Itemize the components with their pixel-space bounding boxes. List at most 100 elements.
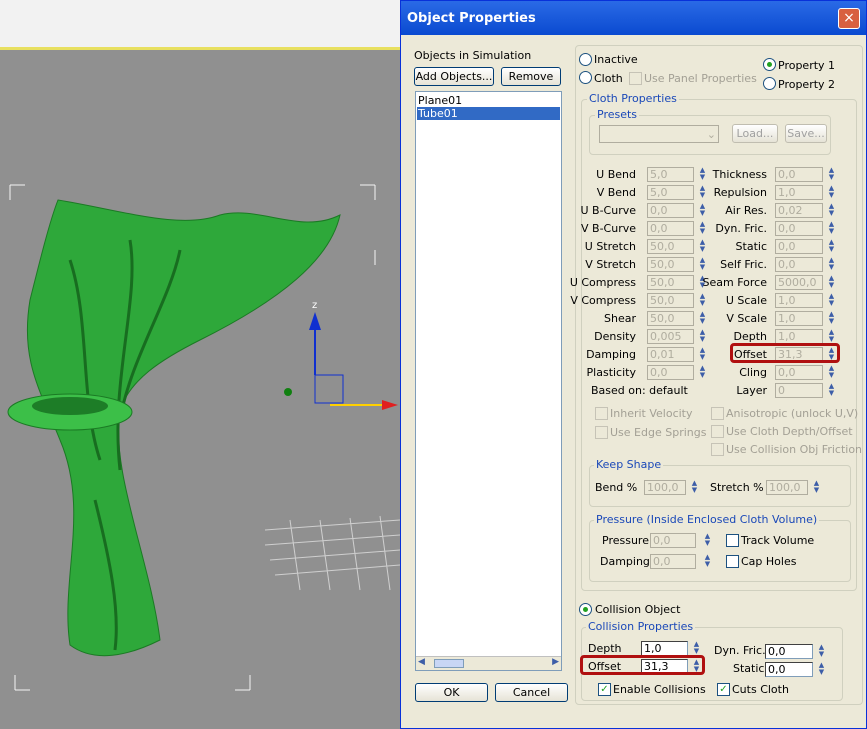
cloth-properties-title: Cloth Properties xyxy=(587,92,679,105)
cloth-seam-force-spinner-icon[interactable]: ▲ ▼ xyxy=(827,275,836,290)
collision-object-radio[interactable] xyxy=(579,603,592,616)
cloth-v-stretch-spinner-icon[interactable]: ▲ ▼ xyxy=(698,257,707,272)
keep-shape-title: Keep Shape xyxy=(594,458,664,471)
title-bar[interactable]: Object Properties xyxy=(401,1,866,35)
cloth-damping-spinner-icon[interactable]: ▲ ▼ xyxy=(698,347,707,362)
cloth-thickness-input[interactable]: 0,0 xyxy=(775,167,823,182)
presets-dropdown[interactable]: ⌄ xyxy=(599,125,719,143)
bend-percent-input[interactable]: 100,0 xyxy=(644,480,686,495)
property-2-radio[interactable] xyxy=(763,77,776,90)
track-volume-checkbox[interactable] xyxy=(726,534,739,547)
collision-static-spinner-icon[interactable]: ▲ ▼ xyxy=(817,662,826,677)
enable-collisions-checkbox[interactable]: ✓ xyxy=(598,683,611,696)
3d-viewport[interactable]: z xyxy=(0,0,400,729)
property-1-radio[interactable] xyxy=(763,58,776,71)
cloth-u-scale-input[interactable]: 1,0 xyxy=(775,293,823,308)
cloth-static-input[interactable]: 0,0 xyxy=(775,239,823,254)
cloth-plasticity-spinner-icon[interactable]: ▲ ▼ xyxy=(698,365,707,380)
stretch-percent-input[interactable]: 100,0 xyxy=(766,480,808,495)
cloth-air-res-spinner-icon[interactable]: ▲ ▼ xyxy=(827,203,836,218)
cloth-u-stretch-input[interactable]: 50,0 xyxy=(647,239,694,254)
close-button[interactable]: × xyxy=(838,8,860,29)
cloth-v-scale-spinner-icon[interactable]: ▲ ▼ xyxy=(827,311,836,326)
cloth-v-b-curve-input[interactable]: 0,0 xyxy=(647,221,694,236)
cloth-static-spinner-icon[interactable]: ▲ ▼ xyxy=(827,239,836,254)
cloth-plasticity-input[interactable]: 0,0 xyxy=(647,365,694,380)
cloth-shear-spinner-icon[interactable]: ▲ ▼ xyxy=(698,311,707,326)
cloth-radio[interactable] xyxy=(579,71,592,84)
stretch-spinner-icon[interactable]: ▲ ▼ xyxy=(812,480,821,495)
scroll-right-icon[interactable]: ▶ xyxy=(552,657,559,667)
pressure-input[interactable]: 0,0 xyxy=(650,533,696,548)
use-collision-obj-friction-checkbox[interactable] xyxy=(711,443,724,456)
cloth-v-compress-label: V Compress xyxy=(570,294,636,307)
use-panel-properties-checkbox[interactable] xyxy=(629,72,642,85)
save-button[interactable]: Save... xyxy=(785,124,827,143)
cloth-v-scale-input[interactable]: 1,0 xyxy=(775,311,823,326)
remove-button[interactable]: Remove xyxy=(501,67,561,86)
cloth-v-bend-spinner-icon[interactable]: ▲ ▼ xyxy=(698,185,707,200)
cloth-v-compress-input[interactable]: 50,0 xyxy=(647,293,694,308)
anisotropic-checkbox[interactable] xyxy=(711,407,724,420)
bend-spinner-icon[interactable]: ▲ ▼ xyxy=(690,480,699,495)
scroll-left-icon[interactable]: ◀ xyxy=(418,657,425,667)
collision-depth-input[interactable]: 1,0 xyxy=(641,641,688,656)
cancel-button[interactable]: Cancel xyxy=(495,683,568,702)
cloth-v-compress-spinner-icon[interactable]: ▲ ▼ xyxy=(698,293,707,308)
cloth-v-stretch-input[interactable]: 50,0 xyxy=(647,257,694,272)
collision-dyn-fric-input[interactable]: 0,0 xyxy=(765,644,813,659)
cloth-depth-input[interactable]: 1,0 xyxy=(775,329,823,344)
add-objects-button[interactable]: Add Objects... xyxy=(414,67,494,86)
objects-list[interactable]: Plane01 Tube01 ◀ ▶ xyxy=(415,91,562,671)
use-cloth-depth-offset-checkbox[interactable] xyxy=(711,425,724,438)
cloth-repulsion-spinner-icon[interactable]: ▲ ▼ xyxy=(827,185,836,200)
collision-static-label: Static xyxy=(733,662,765,675)
cuts-cloth-checkbox[interactable]: ✓ xyxy=(717,683,730,696)
collision-depth-spinner-icon[interactable]: ▲ ▼ xyxy=(692,641,701,656)
cloth-density-spinner-icon[interactable]: ▲ ▼ xyxy=(698,329,707,344)
load-button[interactable]: Load... xyxy=(732,124,778,143)
inherit-velocity-checkbox[interactable] xyxy=(595,407,608,420)
pressure-damping-spinner-icon[interactable]: ▲ ▼ xyxy=(703,554,712,569)
cloth-u-bend-spinner-icon[interactable]: ▲ ▼ xyxy=(698,167,707,182)
cloth-u-compress-input[interactable]: 50,0 xyxy=(647,275,694,290)
cloth-depth-spinner-icon[interactable]: ▲ ▼ xyxy=(827,329,836,344)
scroll-thumb[interactable] xyxy=(434,659,464,668)
collision-static-input[interactable]: 0,0 xyxy=(765,662,813,677)
collision-dyn-fric-spinner-icon[interactable]: ▲ ▼ xyxy=(817,644,826,659)
cloth-dyn-fric-spinner-icon[interactable]: ▲ ▼ xyxy=(827,221,836,236)
cloth-self-fric-input[interactable]: 0,0 xyxy=(775,257,823,272)
pressure-label: Pressure xyxy=(602,534,649,547)
pressure-spinner-icon[interactable]: ▲ ▼ xyxy=(703,533,712,548)
cloth-shear-input[interactable]: 50,0 xyxy=(647,311,694,326)
cloth-layer-spinner-icon[interactable]: ▲ ▼ xyxy=(827,383,836,398)
cloth-u-stretch-spinner-icon[interactable]: ▲ ▼ xyxy=(698,239,707,254)
cloth-v-b-curve-spinner-icon[interactable]: ▲ ▼ xyxy=(698,221,707,236)
cloth-u-scale-spinner-icon[interactable]: ▲ ▼ xyxy=(827,293,836,308)
cloth-v-bend-input[interactable]: 5,0 xyxy=(647,185,694,200)
use-edge-springs-checkbox[interactable] xyxy=(595,426,608,439)
cloth-repulsion-input[interactable]: 1,0 xyxy=(775,185,823,200)
cloth-u-b-curve-input[interactable]: 0,0 xyxy=(647,203,694,218)
cloth-damping-label: Damping xyxy=(586,348,636,361)
cloth-v-bend-label: V Bend xyxy=(596,186,636,199)
cloth-air-res-input[interactable]: 0,02 xyxy=(775,203,823,218)
cloth-dyn-fric-input[interactable]: 0,0 xyxy=(775,221,823,236)
list-item[interactable]: Plane01 xyxy=(417,94,560,107)
pressure-damping-input[interactable]: 0,0 xyxy=(650,554,696,569)
cloth-cling-input[interactable]: 0,0 xyxy=(775,365,823,380)
ok-button[interactable]: OK xyxy=(415,683,488,702)
horizontal-scrollbar[interactable]: ◀ ▶ xyxy=(416,656,561,670)
cloth-thickness-spinner-icon[interactable]: ▲ ▼ xyxy=(827,167,836,182)
cloth-u-b-curve-spinner-icon[interactable]: ▲ ▼ xyxy=(698,203,707,218)
cloth-layer-input[interactable]: 0 xyxy=(775,383,823,398)
cloth-density-input[interactable]: 0,005 xyxy=(647,329,694,344)
cloth-seam-force-input[interactable]: 5000,0 xyxy=(775,275,823,290)
cloth-cling-spinner-icon[interactable]: ▲ ▼ xyxy=(827,365,836,380)
cap-holes-checkbox[interactable] xyxy=(726,555,739,568)
cloth-damping-input[interactable]: 0,01 xyxy=(647,347,694,362)
list-item-selected[interactable]: Tube01 xyxy=(417,107,560,120)
inactive-radio[interactable] xyxy=(579,53,592,66)
cloth-u-bend-input[interactable]: 5,0 xyxy=(647,167,694,182)
cloth-self-fric-spinner-icon[interactable]: ▲ ▼ xyxy=(827,257,836,272)
